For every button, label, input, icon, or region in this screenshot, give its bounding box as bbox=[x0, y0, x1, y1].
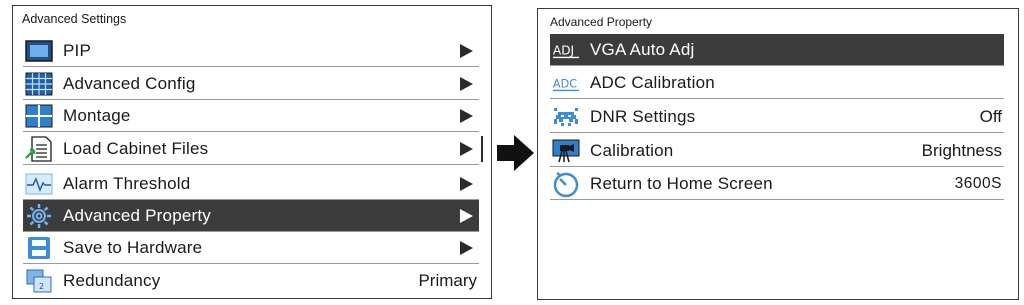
menu-item-save-to-hardware[interactable]: Save to Hardware bbox=[23, 232, 479, 264]
advanced-property-panel: Advanced Property ADJ VGA Auto Adj ADC A… bbox=[537, 8, 1019, 300]
adc-icon: ADC bbox=[552, 71, 580, 95]
chevron-right-icon bbox=[460, 141, 473, 156]
menu-item-label: Load Cabinet Files bbox=[63, 138, 209, 158]
scroll-indicator bbox=[481, 136, 483, 162]
menu-item-label: ADC Calibration bbox=[590, 72, 715, 92]
menu-item-label: PIP bbox=[63, 40, 92, 60]
gear-icon bbox=[25, 203, 53, 228]
menu-item-redundancy[interactable]: 2 Redundancy Primary bbox=[23, 265, 479, 297]
chevron-right-icon bbox=[460, 240, 473, 255]
chevron-right-icon bbox=[460, 208, 473, 223]
menu-item-return-to-home-screen[interactable]: Return to Home Screen 3600S bbox=[550, 168, 1004, 200]
menu-item-alarm-threshold[interactable]: Alarm Threshold bbox=[23, 168, 479, 200]
svg-text:ADJ: ADJ bbox=[553, 43, 574, 57]
panel-title: Advanced Property bbox=[550, 15, 653, 29]
redundancy-icon: 2 bbox=[25, 269, 53, 293]
timeout-value: 3600S bbox=[954, 174, 1002, 192]
menu-item-label: Return to Home Screen bbox=[590, 173, 773, 193]
menu-item-label: Advanced Config bbox=[63, 73, 196, 93]
alarm-wave-icon bbox=[25, 172, 53, 196]
advanced-settings-panel: Advanced Settings PIP Advanced Config Mo… bbox=[12, 5, 492, 299]
svg-text:ADC: ADC bbox=[553, 77, 577, 90]
save-icon bbox=[25, 236, 53, 260]
calibration-value: Brightness bbox=[921, 140, 1002, 160]
redundancy-value: Primary bbox=[418, 271, 477, 290]
chevron-right-icon bbox=[460, 108, 473, 123]
dnr-icon bbox=[552, 105, 580, 129]
menu-item-label: Montage bbox=[63, 105, 131, 125]
menu-item-label: Save to Hardware bbox=[63, 237, 203, 257]
menu-item-adc-calibration[interactable]: ADC ADC Calibration bbox=[550, 67, 1004, 99]
montage-icon bbox=[25, 104, 53, 128]
menu-item-advanced-property[interactable]: Advanced Property bbox=[23, 200, 479, 232]
svg-text:2: 2 bbox=[39, 282, 44, 291]
menu-item-label: Calibration bbox=[590, 140, 674, 160]
arrow-right-icon bbox=[497, 135, 534, 171]
menu-item-label: Redundancy bbox=[63, 271, 161, 290]
menu-item-label: DNR Settings bbox=[590, 106, 696, 126]
menu-item-label: Alarm Threshold bbox=[63, 173, 191, 193]
dnr-value: Off bbox=[979, 106, 1002, 126]
adj-icon: ADJ bbox=[552, 38, 580, 62]
load-file-icon bbox=[25, 135, 53, 162]
menu-item-vga-auto-adj[interactable]: ADJ VGA Auto Adj bbox=[550, 34, 1004, 66]
panel-title: Advanced Settings bbox=[22, 12, 127, 26]
menu-item-label: VGA Auto Adj bbox=[590, 39, 695, 59]
chevron-right-icon bbox=[460, 76, 473, 91]
pip-icon bbox=[25, 39, 53, 63]
chevron-right-icon bbox=[460, 43, 473, 58]
menu-item-pip[interactable]: PIP bbox=[23, 35, 479, 67]
calibration-icon bbox=[552, 139, 580, 163]
grid-icon bbox=[25, 72, 53, 96]
menu-item-dnr-settings[interactable]: DNR Settings Off bbox=[550, 101, 1004, 133]
chevron-right-icon bbox=[460, 176, 473, 191]
menu-item-montage[interactable]: Montage bbox=[23, 100, 479, 132]
menu-item-advanced-config[interactable]: Advanced Config bbox=[23, 68, 479, 100]
menu-item-load-cabinet-files[interactable]: Load Cabinet Files bbox=[23, 133, 483, 165]
menu-item-label: Advanced Property bbox=[63, 205, 211, 225]
menu-item-calibration[interactable]: Calibration Brightness bbox=[550, 135, 1004, 167]
timer-icon bbox=[552, 171, 580, 197]
